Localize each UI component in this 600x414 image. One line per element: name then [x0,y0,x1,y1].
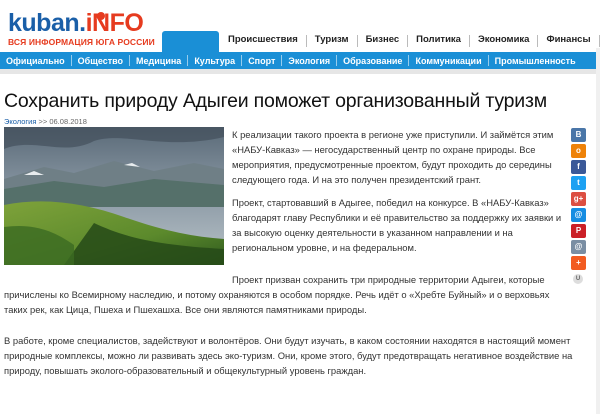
article-paragraph: Проект, стартовавший в Адыгее, победил н… [232,195,561,255]
facebook-icon[interactable]: f [571,160,586,174]
logo-tagline: ВСЯ ИНФОРМАЦИЯ ЮГА РОССИИ [8,37,155,47]
top-nav-divider [598,35,600,47]
main-nav-divider [187,55,189,66]
main-nav-divider [336,55,338,66]
logo-main-text: kuban. [8,9,86,37]
meta-separator: >> [38,117,48,126]
top-nav-divider [537,35,539,47]
main-nav-divider [408,55,410,66]
main-nav-divider [281,55,283,66]
article-date: 06.08.2018 [49,117,87,126]
more-icon[interactable]: + [571,256,586,270]
main-nav-item[interactable]: Спорт [248,56,275,66]
article-meta: Экология >> 06.08.2018 [4,117,87,126]
paragraph-line: за высокую оценку деятельности в указанн… [232,227,513,238]
page-scrollbar[interactable] [596,48,600,414]
google-plus-icon[interactable]: g+ [571,192,586,206]
main-nav-divider [241,55,243,66]
odnoklassniki-icon[interactable]: о [571,144,586,158]
main-nav-item[interactable]: Образование [343,56,402,66]
vk-icon[interactable]: В [571,128,586,142]
top-nav: Происшествия Туризм Бизнес Политика Экон… [228,34,600,48]
main-nav-item[interactable]: Медицина [136,56,181,66]
top-tab-active[interactable] [162,31,219,52]
main-nav-item[interactable]: Экология [288,56,330,66]
paragraph-line: природу, повышать эколого-образовательны… [4,365,367,376]
paragraph-line: К реализации такого проекта в регионе уж… [232,129,554,140]
top-nav-divider [305,35,307,47]
main-nav-item[interactable]: Культура [194,56,235,66]
paragraph-line: Проект призван сохранить три природные т… [232,274,545,285]
top-nav-item[interactable]: Бизнес [366,34,400,48]
paragraph-line: «НАБУ-Кавказ» — негосударственный центр … [232,144,536,155]
main-nav-item[interactable]: Общество [78,56,123,66]
paragraph-line: мероприятия, предусмотренные проектом, б… [232,159,552,170]
paragraph-line: причислены ко Всемирному наследию, и пот… [4,289,550,300]
main-nav-divider [129,55,131,66]
paragraph-line: природные комплексы, можно ли развивать … [4,350,573,361]
paragraph-line: следующего года. И на это получен презид… [232,174,482,185]
top-nav-divider [468,35,470,47]
article-paragraph: К реализации такого проекта в регионе уж… [232,127,553,187]
main-nav-item[interactable]: Коммуникации [415,56,481,66]
main-nav: Официально Общество Медицина Культура Сп… [0,52,600,69]
article-paragraph: Проект призван сохранить три природные т… [4,272,549,317]
top-nav-item[interactable]: Туризм [315,34,349,48]
paragraph-line: благодарят главу Республики и её правите… [232,212,562,223]
paragraph-line: региональном уровне, и на федеральном. [232,242,417,253]
top-nav-divider [407,35,409,47]
paragraph-line: Проект, стартовавший в Адыгее, победил н… [232,197,549,208]
email-icon[interactable]: @ [571,240,586,254]
article-title: Сохранить природу Адыгеи поможет организ… [4,90,547,112]
counter-icon[interactable]: U [573,274,583,284]
mountain-landscape-image [4,127,224,265]
logo-dot-icon [97,12,105,20]
top-nav-item[interactable]: Политика [416,34,461,48]
main-nav-divider [70,55,72,66]
article-photo [4,127,224,265]
paragraph-line: В работе, кроме специалистов, задействую… [4,335,571,346]
main-nav-item[interactable]: Промышленность [495,56,576,66]
main-nav-item[interactable]: Официально [6,56,65,66]
site-header: kuban.iNFO ВСЯ ИНФОРМАЦИЯ ЮГА РОССИИ Про… [0,0,600,52]
main-nav-divider [487,55,489,66]
article-paragraph: В работе, кроме специалистов, задействую… [4,333,572,378]
top-nav-item[interactable]: Финансы [546,34,590,48]
logo-accent-text: iNFO [85,9,144,37]
top-nav-item[interactable]: Происшествия [228,34,298,48]
paragraph-line: таких рек, как Цица, Пшеха и Пшехашха. В… [4,304,367,315]
twitter-icon[interactable]: t [571,176,586,190]
site-logo[interactable]: kuban.iNFO ВСЯ ИНФОРМАЦИЯ ЮГА РОССИИ [8,10,158,50]
pinterest-icon[interactable]: P [571,224,586,238]
moimir-icon[interactable]: @ [571,208,586,222]
category-link[interactable]: Экология [4,117,36,126]
top-nav-divider [356,35,358,47]
nav-underline-strip [0,69,600,74]
share-buttons: Во f t g+ @ P @ + U [571,128,587,286]
top-nav-item[interactable]: Экономика [478,34,530,48]
